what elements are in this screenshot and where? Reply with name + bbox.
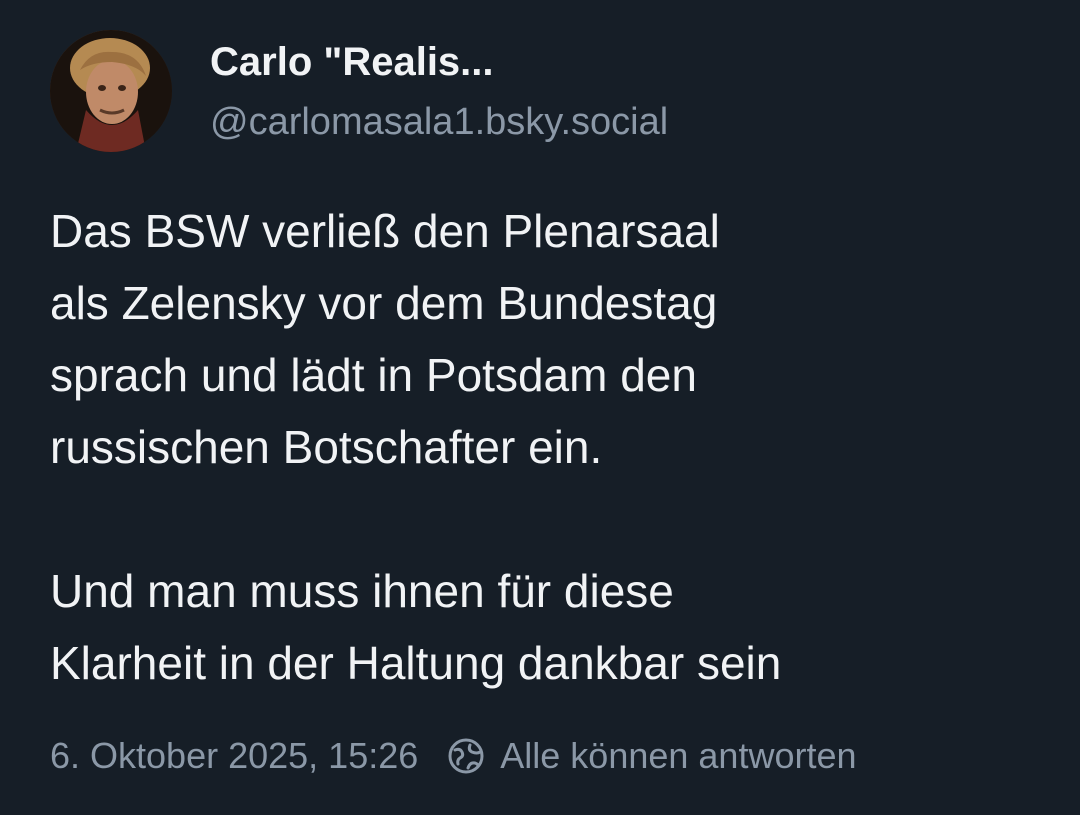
- reply-setting-label[interactable]: Alle können antworten: [500, 735, 856, 777]
- post-text-line: als Zelensky vor dem Bundestag: [50, 277, 718, 329]
- post-card: Carlo "Realis... @carlomasala1.bsky.soci…: [0, 0, 1080, 815]
- post-text-line: russischen Botschafter ein.: [50, 421, 603, 473]
- post-timestamp[interactable]: 6. Oktober 2025, 15:26: [50, 735, 418, 777]
- avatar-image: [50, 30, 172, 152]
- post-text-line: Und man muss ihnen für diese: [50, 565, 674, 617]
- globe-icon: [446, 736, 486, 776]
- post-text-line: Klarheit in der Haltung dankbar sein: [50, 637, 782, 689]
- author-name[interactable]: Carlo "Realis...: [210, 36, 494, 88]
- post-meta: 6. Oktober 2025, 15:26 Alle können antwo…: [50, 728, 857, 784]
- post-text: Das BSW verließ den Plenarsaal als Zelen…: [50, 195, 1040, 699]
- author-handle[interactable]: @carlomasala1.bsky.social: [210, 96, 668, 148]
- post-text-line: Das BSW verließ den Plenarsaal: [50, 205, 720, 257]
- post-text-line: sprach und lädt in Potsdam den: [50, 349, 697, 401]
- author-avatar[interactable]: [50, 30, 172, 152]
